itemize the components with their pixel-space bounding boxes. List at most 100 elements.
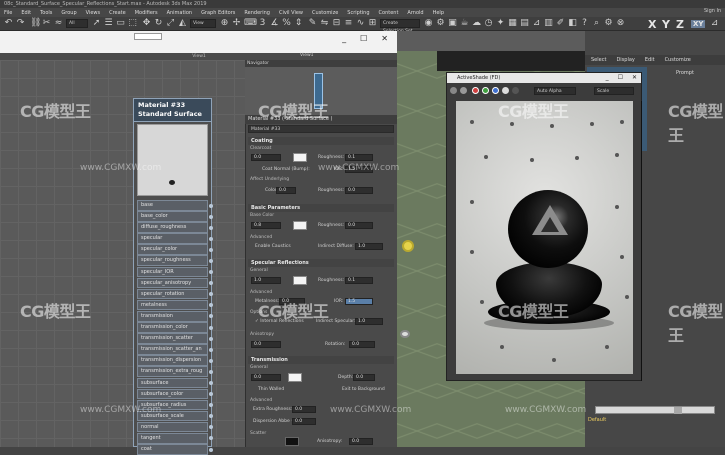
- selection-filter-dropdown[interactable]: All: [66, 19, 88, 28]
- slot-coat[interactable]: coat: [137, 444, 213, 455]
- menu-scripting[interactable]: Scripting: [347, 10, 369, 16]
- time-slider-thumb[interactable]: [674, 407, 682, 414]
- material-name-field[interactable]: Material #33: [248, 125, 394, 133]
- maximize-button[interactable]: ☐: [360, 34, 367, 43]
- transmission-rollout[interactable]: Transmission: [248, 356, 394, 364]
- prompt-expander[interactable]: Prompt: [676, 70, 694, 76]
- clearcoat-color-swatch[interactable]: [293, 153, 307, 162]
- slot-specular[interactable]: specular: [137, 233, 213, 244]
- transmission-anisotropy-spinner[interactable]: 0.0: [349, 438, 373, 445]
- green-channel-icon[interactable]: [482, 87, 489, 94]
- plane-constraint-icon[interactable]: ⊿: [710, 19, 719, 28]
- search-icon[interactable]: ⌕: [592, 19, 601, 28]
- schematic-view-icon[interactable]: ⊞: [368, 19, 377, 28]
- bind-icon[interactable]: ≈: [54, 19, 63, 28]
- viewport-config-icon[interactable]: ▦: [508, 19, 517, 28]
- specular-ior-spinner[interactable]: 1.5: [345, 298, 373, 305]
- material-node-preview[interactable]: [137, 124, 208, 196]
- slot-tangent[interactable]: tangent: [137, 432, 213, 444]
- pivot-icon[interactable]: ⊕: [220, 19, 229, 28]
- render-preset-dropdown[interactable]: Auto Alpha: [534, 87, 576, 95]
- menu-views[interactable]: Views: [86, 10, 100, 16]
- menu-rendering[interactable]: Rendering: [244, 10, 270, 16]
- slot-specular-rotation[interactable]: specular_rotation: [137, 288, 213, 300]
- axis-z-constraint[interactable]: Z: [676, 18, 684, 31]
- clearcoat-spinner[interactable]: 0.0: [251, 154, 281, 161]
- specular-color-swatch[interactable]: [293, 276, 307, 285]
- spinner-snap-icon[interactable]: ⇕: [294, 19, 303, 28]
- render-production-icon[interactable]: ☕: [460, 19, 469, 28]
- transmission-weight-spinner[interactable]: 0.0: [251, 374, 281, 381]
- light-gizmo-icon[interactable]: [402, 240, 414, 252]
- slot-specular-roughness[interactable]: specular_roughness: [137, 255, 213, 267]
- viewport-object-icon[interactable]: [400, 330, 410, 338]
- menu-civil-view[interactable]: Civil View: [279, 10, 303, 16]
- slot-subsurface[interactable]: subsurface: [137, 377, 213, 389]
- scale-icon[interactable]: ⤢: [166, 19, 175, 28]
- material-node[interactable]: Material #33 Standard Surface base base_…: [133, 98, 213, 455]
- slot-specular-ior[interactable]: specular_IOR: [137, 266, 213, 278]
- enable-caustics-checkbox[interactable]: Enable Caustics: [255, 244, 291, 249]
- rf-minimize-button[interactable]: _: [606, 73, 609, 83]
- minimize-button[interactable]: _: [342, 34, 346, 43]
- menu-tools[interactable]: Tools: [40, 10, 52, 16]
- basic-parameters-rollout[interactable]: Basic Parameters: [248, 204, 394, 212]
- render-setup-icon[interactable]: ⚙: [436, 19, 445, 28]
- coat-color-spinner[interactable]: 0.0: [276, 187, 296, 194]
- material-editor-icon[interactable]: ◉: [424, 19, 433, 28]
- menu-content[interactable]: Content: [379, 10, 399, 16]
- render-online-icon[interactable]: ☁: [472, 19, 481, 28]
- red-channel-icon[interactable]: [472, 87, 479, 94]
- save-image-icon[interactable]: [450, 87, 457, 94]
- tab-display[interactable]: Display: [616, 55, 634, 65]
- named-selection-dropdown[interactable]: Create Selection Set: [380, 19, 420, 34]
- coating-rollout[interactable]: Coating: [248, 137, 394, 145]
- layer-explorer-icon[interactable]: ≡: [344, 19, 353, 28]
- slot-transmission[interactable]: transmission: [137, 310, 213, 322]
- select-icon[interactable]: ➚: [92, 19, 101, 28]
- axis-x-constraint[interactable]: X: [648, 18, 656, 31]
- slot-specular-anisotropy[interactable]: specular_anisotropy: [137, 277, 213, 289]
- place-icon[interactable]: ◭: [178, 19, 187, 28]
- material-node-header[interactable]: Material #33 Standard Surface: [134, 99, 211, 122]
- specular-weight-spinner[interactable]: 1.0: [251, 277, 281, 284]
- slot-transmission-scatter[interactable]: transmission_scatter: [137, 333, 213, 344]
- maxscript-icon[interactable]: ◧: [568, 19, 577, 28]
- menu-graph-editors[interactable]: Graph Editors: [201, 10, 235, 16]
- scene-explorer-icon[interactable]: ⊿: [532, 19, 541, 28]
- slate-search-field[interactable]: [134, 33, 162, 40]
- help-icon[interactable]: ?: [580, 19, 589, 28]
- scatter-color-swatch[interactable]: [285, 437, 299, 446]
- exit-to-background-checkbox[interactable]: Exit to Background: [342, 387, 385, 392]
- copy-image-icon[interactable]: [460, 87, 467, 94]
- specular-roughness-spinner[interactable]: 0.1: [345, 277, 373, 284]
- slot-transmission-dispersion[interactable]: transmission_dispersion: [137, 355, 213, 366]
- tab-select[interactable]: Select: [591, 55, 606, 65]
- slot-transmission-extra-roug[interactable]: transmission_extra_roug: [137, 366, 213, 377]
- mirror-icon[interactable]: ⇋: [320, 19, 329, 28]
- slot-specular-color[interactable]: specular_color: [137, 244, 213, 255]
- curve-editor-icon[interactable]: ∿: [356, 19, 365, 28]
- rf-maximize-button[interactable]: ☐: [618, 73, 623, 83]
- time-slider[interactable]: [595, 406, 715, 414]
- monochrome-icon[interactable]: [512, 87, 519, 94]
- base-color-swatch[interactable]: [293, 221, 307, 230]
- tab-customize[interactable]: Customize: [665, 55, 691, 65]
- slot-transmission-color[interactable]: transmission_color: [137, 322, 213, 333]
- slot-normal[interactable]: normal: [137, 421, 213, 433]
- indirect-diffuse-spinner[interactable]: 1.0: [355, 243, 383, 250]
- script-listener-icon[interactable]: ✐: [556, 19, 565, 28]
- specular-reflections-rollout[interactable]: Specular Reflections: [248, 259, 394, 267]
- sign-in-link[interactable]: Sign In: [704, 8, 721, 14]
- move-icon[interactable]: ✥: [142, 19, 151, 28]
- render-frame-icon[interactable]: ▣: [448, 19, 457, 28]
- menu-group[interactable]: Group: [61, 10, 76, 16]
- view-select-dropdown[interactable]: Scale: [594, 87, 634, 95]
- arnold-icon[interactable]: ✦: [496, 19, 505, 28]
- slot-base[interactable]: base: [137, 200, 213, 211]
- thin-walled-checkbox[interactable]: Thin Walled: [258, 387, 284, 392]
- axis-xy-constraint[interactable]: XY: [691, 20, 706, 28]
- align-icon[interactable]: ⊟: [332, 19, 341, 28]
- workspace-icon[interactable]: ▤: [520, 19, 529, 28]
- link-icon[interactable]: ⛓: [30, 19, 41, 28]
